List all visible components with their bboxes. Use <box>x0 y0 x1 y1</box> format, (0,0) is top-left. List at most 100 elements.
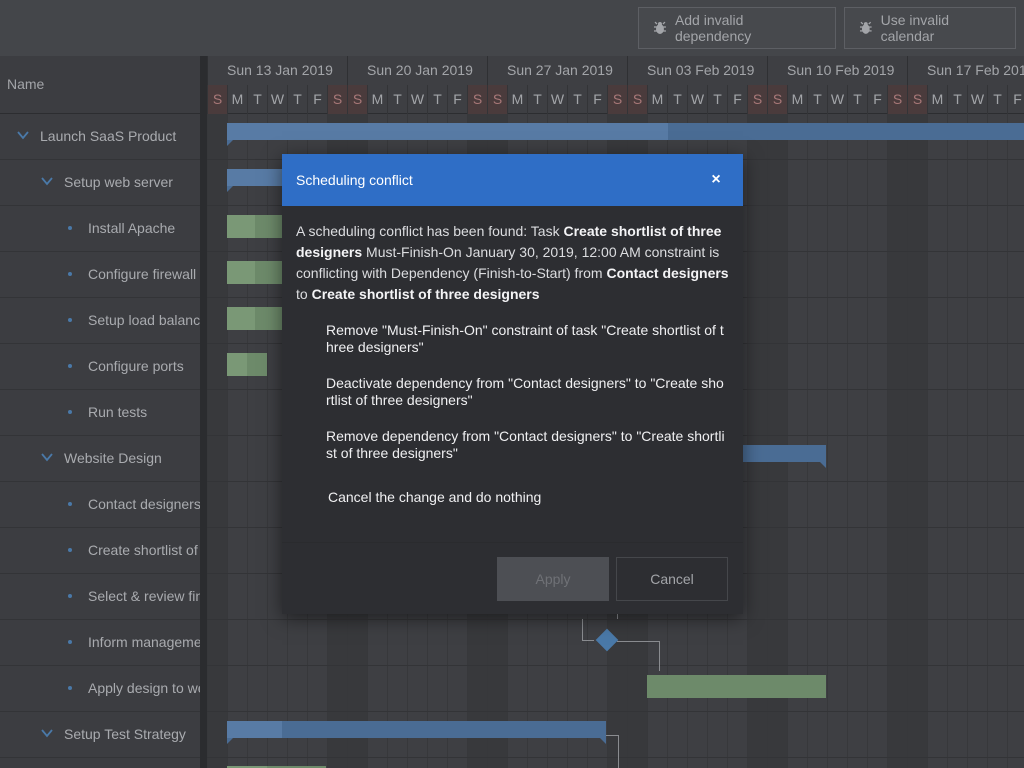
chevron-down-icon[interactable] <box>40 450 54 464</box>
name-column-label: Name <box>7 76 45 92</box>
tree-row[interactable]: Contact designers <box>0 482 200 528</box>
tree-row[interactable]: Setup web server <box>0 160 200 206</box>
task-name: Inform management about decision <box>88 634 200 650</box>
day-cell: S <box>907 85 927 114</box>
row-line <box>207 757 1024 758</box>
day-column <box>887 114 907 768</box>
option-remove-dependency[interactable]: Remove dependency from "Contact designer… <box>326 428 726 462</box>
chevron-down-icon[interactable] <box>16 128 30 142</box>
bug-icon <box>859 21 872 34</box>
day-cell: S <box>327 85 347 114</box>
day-cell: T <box>807 85 827 114</box>
task-bar-install-apache[interactable] <box>227 215 287 238</box>
task-bar-launch-saas-product[interactable] <box>227 123 1024 146</box>
day-cell: S <box>627 85 647 114</box>
day-cell: T <box>847 85 867 114</box>
day-cell: M <box>927 85 947 114</box>
task-bar-configure-firewall[interactable] <box>227 261 287 284</box>
day-column <box>227 114 247 768</box>
leaf-bullet-icon <box>68 548 72 552</box>
leaf-bullet-icon <box>68 318 72 322</box>
tree-row[interactable]: Inform management about decision <box>0 620 200 666</box>
bug-icon <box>653 21 666 34</box>
week-separator <box>207 56 208 85</box>
task-name: Configure firewall <box>88 266 197 282</box>
day-cell: T <box>527 85 547 114</box>
day-column <box>907 114 927 768</box>
tree-row[interactable]: Launch SaaS Product <box>0 114 200 160</box>
message-text: A scheduling conflict has been found: Ta… <box>296 223 564 239</box>
day-cell: M <box>367 85 387 114</box>
day-cell: S <box>607 85 627 114</box>
apply-button[interactable]: Apply <box>497 557 609 601</box>
task-bar-configure-ports[interactable] <box>227 353 267 376</box>
week-label: Sun 10 Feb 2019 <box>787 62 895 78</box>
day-cell: F <box>867 85 887 114</box>
day-cell: T <box>987 85 1007 114</box>
tree-row[interactable]: Run tests <box>0 390 200 436</box>
task-bar-apply-design[interactable] <box>647 675 826 698</box>
day-cell: S <box>747 85 767 114</box>
tree-row[interactable]: Website Design <box>0 436 200 482</box>
chevron-down-icon[interactable] <box>40 174 54 188</box>
option-deactivate-dependency[interactable]: Deactivate dependency from "Contact desi… <box>326 375 726 409</box>
tree-row[interactable]: Configure firewall <box>0 252 200 298</box>
day-cell: M <box>507 85 527 114</box>
day-cell: S <box>347 85 367 114</box>
day-column <box>947 114 967 768</box>
tree-row[interactable]: Apply design to web site <box>0 666 200 712</box>
day-cell: T <box>427 85 447 114</box>
leaf-bullet-icon <box>68 272 72 276</box>
tree-row[interactable]: Setup load balancer <box>0 298 200 344</box>
task-name: Install Apache <box>88 220 176 236</box>
day-column <box>827 114 847 768</box>
day-cell: F <box>587 85 607 114</box>
day-cell: F <box>447 85 467 114</box>
name-column-header[interactable]: Name <box>0 56 200 114</box>
tree-row[interactable]: Select & review final design <box>0 574 200 620</box>
day-cell: S <box>207 85 227 114</box>
option-cancel-change[interactable]: Cancel the change and do nothing <box>328 489 728 506</box>
week-separator <box>767 56 768 85</box>
use-invalid-calendar-button[interactable]: Use invalid calendar <box>844 7 1016 49</box>
day-cell: W <box>267 85 287 114</box>
task-name: Setup web server <box>64 174 173 190</box>
dependency-line <box>582 640 594 641</box>
task-bar-setup-test-strategy[interactable] <box>227 721 606 744</box>
day-column <box>207 114 227 768</box>
day-column <box>787 114 807 768</box>
dialog-divider <box>282 542 743 543</box>
leaf-bullet-icon <box>68 594 72 598</box>
day-cell: W <box>547 85 567 114</box>
task-bar-setup-load-balancer[interactable] <box>227 307 287 330</box>
day-cell: T <box>667 85 687 114</box>
week-label: Sun 27 Jan 2019 <box>507 62 613 78</box>
day-cell: W <box>407 85 427 114</box>
tree-row[interactable]: Configure ports <box>0 344 200 390</box>
use-invalid-calendar-label: Use invalid calendar <box>880 12 950 44</box>
progress-fill <box>227 353 247 376</box>
add-invalid-dependency-button[interactable]: Add invalid dependency <box>638 7 836 49</box>
toolbar: Add invalid dependency Use invalid calen… <box>0 0 1024 56</box>
week-separator <box>907 56 908 85</box>
task-name: Setup Test Strategy <box>64 726 186 742</box>
dependency-line <box>582 619 583 641</box>
close-icon[interactable]: × <box>704 168 728 192</box>
cancel-button[interactable]: Cancel <box>616 557 728 601</box>
chevron-down-icon[interactable] <box>40 726 54 740</box>
row-line <box>207 619 1024 620</box>
option-remove-constraint[interactable]: Remove "Must-Finish-On" constraint of ta… <box>326 322 726 356</box>
tree-row[interactable]: Create shortlist of three designers <box>0 528 200 574</box>
tree-row[interactable]: Install Apache <box>0 206 200 252</box>
leaf-bullet-icon <box>68 410 72 414</box>
dependency-line <box>617 641 659 642</box>
grid-splitter[interactable] <box>200 56 207 768</box>
day-cell: W <box>827 85 847 114</box>
dependency-line <box>618 735 619 768</box>
tree-row[interactable]: Setup Test Strategy <box>0 712 200 758</box>
day-column <box>927 114 947 768</box>
week-label: Sun 13 Jan 2019 <box>227 62 333 78</box>
progress-fill <box>227 307 255 330</box>
task-name: Select & review final design <box>88 588 200 604</box>
leaf-bullet-icon <box>68 364 72 368</box>
